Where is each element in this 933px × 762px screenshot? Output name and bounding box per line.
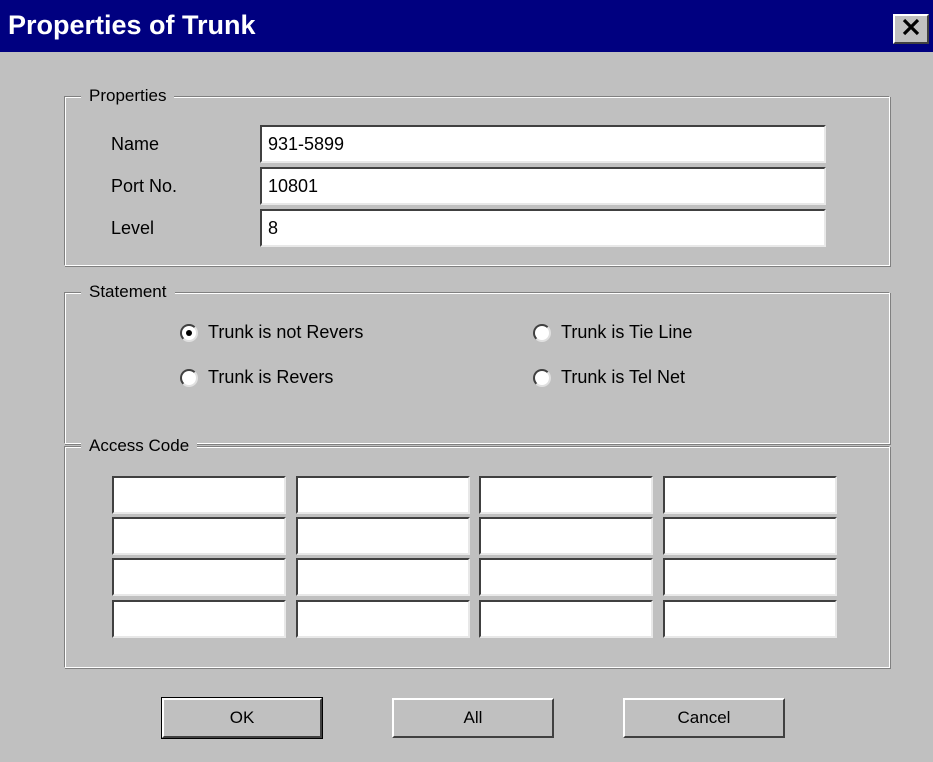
radio-trunk-not-revers[interactable]: Trunk is not Revers (180, 322, 363, 343)
access-code-cell[interactable] (112, 517, 286, 555)
properties-dialog: Properties of Trunk Properties Name Port… (0, 0, 933, 762)
access-code-cell[interactable] (479, 517, 653, 555)
port-field[interactable] (260, 167, 826, 205)
radio-label: Trunk is not Revers (208, 322, 364, 342)
close-icon (901, 18, 921, 41)
radio-label: Trunk is Tel Net (561, 367, 686, 387)
statement-group-label: Statement (81, 281, 175, 303)
access-code-cell[interactable] (296, 558, 470, 596)
all-button[interactable]: All (392, 698, 554, 738)
level-field[interactable] (260, 209, 826, 247)
access-code-cell[interactable] (112, 600, 286, 638)
access-code-cell[interactable] (112, 476, 286, 514)
radio-button[interactable] (533, 368, 551, 387)
access-code-cell[interactable] (663, 600, 837, 638)
radio-trunk-tel-net[interactable]: Trunk is Tel Net (533, 367, 685, 388)
level-label: Level (111, 218, 155, 238)
access-code-cell[interactable] (663, 517, 837, 555)
access-code-cell[interactable] (479, 476, 653, 514)
port-label: Port No. (111, 176, 178, 196)
access-code-group-label: Access Code (81, 435, 198, 457)
name-label: Name (111, 134, 160, 154)
radio-trunk-tie-line[interactable]: Trunk is Tie Line (533, 322, 692, 343)
access-code-cell[interactable] (296, 517, 470, 555)
radio-button[interactable] (533, 323, 551, 342)
properties-group-label: Properties (81, 85, 175, 107)
close-button[interactable] (893, 14, 929, 44)
radio-trunk-revers[interactable]: Trunk is Revers (180, 367, 333, 388)
access-code-cell[interactable] (479, 558, 653, 596)
radio-button[interactable] (180, 368, 198, 387)
access-code-cell[interactable] (112, 558, 286, 596)
access-code-cell[interactable] (479, 600, 653, 638)
title-bar[interactable]: Properties of Trunk (0, 0, 933, 52)
ok-button[interactable]: OK (161, 697, 323, 739)
window-title: Properties of Trunk (8, 10, 256, 40)
access-code-cell[interactable] (296, 600, 470, 638)
radio-button-selected[interactable] (180, 323, 198, 342)
access-code-cell[interactable] (663, 476, 837, 514)
access-code-cell[interactable] (296, 476, 470, 514)
cancel-button[interactable]: Cancel (623, 698, 785, 738)
name-field[interactable] (260, 125, 826, 163)
radio-label: Trunk is Revers (208, 367, 334, 387)
radio-label: Trunk is Tie Line (561, 322, 693, 342)
access-code-cell[interactable] (663, 558, 837, 596)
